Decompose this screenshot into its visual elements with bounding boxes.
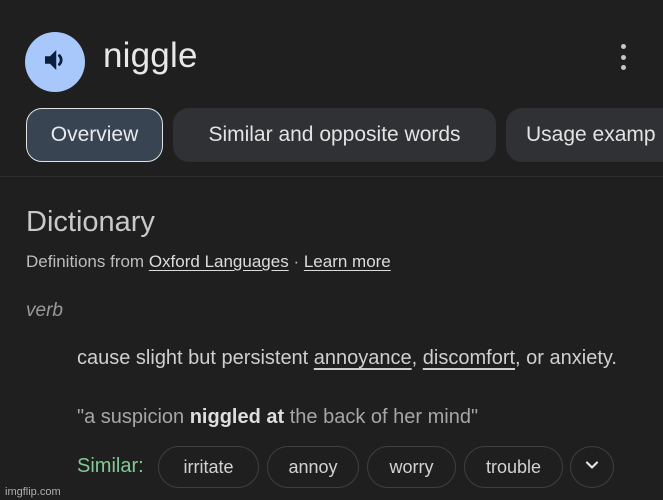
tab-overview[interactable]: Overview — [26, 108, 163, 162]
example-sentence: "a suspicion niggled at the back of her … — [77, 406, 479, 428]
example-highlight: niggled at — [189, 406, 285, 428]
oxford-languages-link[interactable]: Oxford Languages — [149, 252, 289, 271]
discomfort-link[interactable]: discomfort — [423, 347, 515, 369]
word-header: niggle Overview Similar and opposite wor… — [0, 0, 663, 176]
divider — [0, 176, 663, 177]
source-separator: · — [288, 252, 304, 271]
dictionary-card: niggle Overview Similar and opposite wor… — [0, 0, 663, 500]
similar-chip-annoy[interactable]: annoy — [267, 446, 359, 488]
definition-text: cause slight but persistent annoyance, d… — [77, 347, 617, 369]
source-prefix: Definitions from — [26, 252, 149, 271]
headword: niggle — [103, 36, 198, 75]
tab-usage-examples[interactable]: Usage examp — [506, 108, 663, 162]
similar-label: Similar: — [77, 455, 144, 477]
tab-similar-opposite[interactable]: Similar and opposite words — [173, 108, 496, 162]
similar-chip-worry[interactable]: worry — [367, 446, 456, 488]
more-options-button[interactable] — [610, 40, 636, 74]
more-vert-icon — [620, 44, 626, 49]
learn-more-link[interactable]: Learn more — [304, 252, 391, 271]
part-of-speech: verb — [26, 300, 63, 321]
watermark: imgflip.com — [5, 486, 61, 498]
similar-chip-irritate[interactable]: irritate — [158, 446, 259, 488]
source-line: Definitions from Oxford Languages · Lear… — [26, 252, 391, 272]
similar-chip-trouble[interactable]: trouble — [464, 446, 563, 488]
expand-similar-button[interactable] — [570, 446, 614, 488]
pronunciation-button[interactable] — [25, 32, 85, 92]
annoyance-link[interactable]: annoyance — [314, 347, 412, 369]
volume-icon — [40, 45, 70, 80]
tab-bar: Overview Similar and opposite words Usag… — [0, 108, 663, 164]
chevron-down-icon — [582, 455, 602, 480]
section-title: Dictionary — [26, 206, 155, 238]
